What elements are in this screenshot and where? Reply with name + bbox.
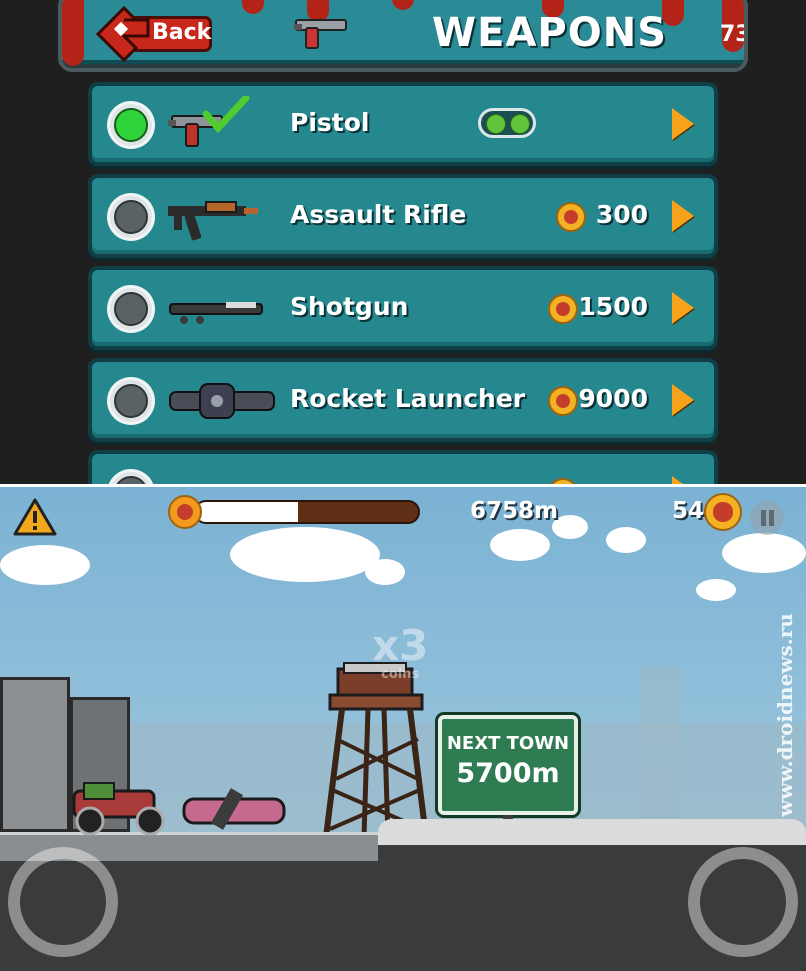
weapon-name: Pistol (290, 108, 370, 137)
distant-building (640, 667, 680, 833)
weapon-row-partial[interactable] (88, 450, 718, 484)
unselected-indicator (110, 288, 152, 330)
brake-control[interactable] (8, 847, 118, 957)
cloud (606, 527, 646, 553)
coin-count: 54 (672, 498, 705, 524)
sign-label: NEXT TOWN (446, 733, 570, 754)
page-title: WEAPONS (432, 10, 668, 56)
unselected-indicator (110, 380, 152, 422)
cloud (696, 579, 736, 601)
cloud (722, 533, 806, 573)
weapon-row-shotgun[interactable]: Shotgun 1500 (88, 266, 718, 350)
ruined-building (0, 677, 70, 832)
back-label: Back (152, 20, 212, 45)
player-vehicle (72, 782, 165, 836)
weapon-price: 1500 (578, 292, 648, 321)
warning-icon (13, 498, 57, 536)
selected-indicator (110, 104, 152, 146)
next-town-sign: NEXT TOWN 5700m (438, 715, 578, 815)
sign-distance: 5700m (456, 758, 560, 789)
cloud (230, 527, 380, 582)
cloud (490, 529, 550, 561)
distance-counter: 6758m (470, 498, 558, 524)
coin-icon (556, 202, 586, 232)
assault-rifle-icon (168, 201, 258, 241)
weapons-header: Back WEAPONS 73 (58, 0, 748, 72)
coin-icon (548, 386, 578, 416)
weapon-name: Assault Rifle (290, 200, 467, 229)
coin-multiplier: x3 coins (372, 621, 429, 683)
pistol-icon (168, 96, 250, 147)
back-arrow-icon (96, 6, 150, 62)
chevron-right-icon[interactable] (672, 384, 694, 416)
bone-pile (378, 819, 806, 845)
unselected-indicator (110, 196, 152, 238)
weapon-row-pistol[interactable]: Pistol (88, 82, 718, 166)
weapon-name: Shotgun (290, 292, 409, 321)
gas-control[interactable] (688, 847, 798, 957)
weapon-price: 9000 (578, 384, 648, 413)
multiplier-value: x3 (372, 621, 429, 670)
progress-track (194, 500, 420, 524)
weapon-name: Rocket Launcher (290, 384, 526, 413)
equipped-toggle[interactable] (478, 108, 536, 138)
fuel-icon (168, 495, 202, 529)
back-button[interactable]: Back (96, 6, 214, 62)
shotgun-icon (169, 302, 263, 324)
cloud (365, 559, 405, 585)
weapon-row-rocket-launcher[interactable]: Rocket Launcher 9000 (88, 358, 718, 442)
watermark: www.droidnews.ru (773, 613, 797, 817)
pistol-icon (294, 19, 347, 49)
chevron-right-icon[interactable] (672, 476, 694, 484)
fuel-progress-bar (168, 495, 422, 529)
weapon-row-assault-rifle[interactable]: Assault Rifle 300 (88, 174, 718, 258)
coin-icon (704, 493, 742, 531)
chevron-right-icon[interactable] (672, 200, 694, 232)
watchtower (323, 662, 429, 838)
coin-count: 73 (720, 22, 748, 47)
gameplay-screen: NEXT TOWN 5700m x3 coins 6758m 54 www.dr… (0, 487, 806, 971)
progress-fill (196, 502, 299, 522)
cloud (0, 545, 90, 585)
checkmark-icon (202, 96, 250, 134)
blood-drip (62, 0, 84, 66)
chevron-right-icon[interactable] (672, 108, 694, 140)
chevron-right-icon[interactable] (672, 292, 694, 324)
unselected-indicator (110, 472, 152, 484)
pause-button[interactable] (750, 501, 784, 535)
wrecked-car (182, 788, 286, 830)
rocket-launcher-icon (169, 383, 275, 419)
weapons-screen: Back WEAPONS 73 Pistol Assault Rifle 300… (0, 0, 806, 484)
coin-icon (548, 294, 578, 324)
weapon-price: 300 (595, 200, 648, 229)
